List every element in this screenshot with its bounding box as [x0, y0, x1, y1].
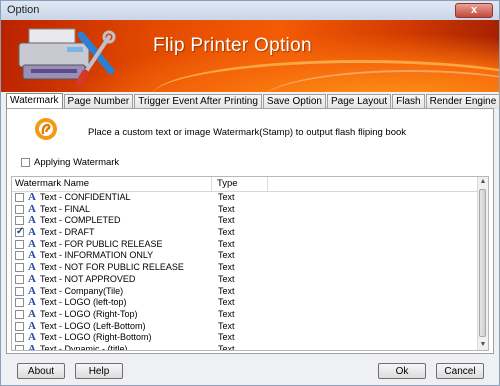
watermark-name: Text - Dynamic - (title)	[40, 343, 128, 351]
watermark-row[interactable]: A Text - LOGO (left-top) Text	[12, 296, 480, 309]
tab-page-layout[interactable]: Page Layout	[326, 94, 392, 109]
watermark-type: Text	[218, 343, 235, 351]
text-type-icon: A	[28, 342, 36, 351]
scroll-up-icon[interactable]: ▲	[478, 177, 488, 187]
watermark-type: Text	[218, 308, 235, 319]
row-checkbox[interactable]	[15, 204, 24, 214]
printer-tools-icon	[18, 28, 116, 87]
text-type-icon: A	[28, 226, 36, 239]
watermark-type: Text	[218, 192, 235, 202]
watermark-rows: A Text - CONFIDENTIAL Text A Text - FINAL Tex…	[12, 191, 480, 351]
watermark-row[interactable]: A Text - LOGO (Right-Bottom) Text	[12, 332, 480, 344]
close-button[interactable]: x	[455, 3, 493, 18]
watermark-type: Text	[218, 273, 235, 284]
watermark-icon	[35, 118, 57, 140]
watermark-type: Text	[218, 227, 235, 238]
row-checkbox[interactable]	[15, 274, 24, 284]
row-checkbox[interactable]	[15, 263, 24, 273]
banner-title: Flip Printer Option	[153, 35, 312, 56]
about-button[interactable]: About	[17, 363, 65, 379]
watermark-row[interactable]: A Text - NOT FOR PUBLIC RELEASE Text	[12, 261, 480, 274]
watermark-name: Text - LOGO (Left-Bottom)	[40, 320, 146, 331]
text-type-icon: A	[28, 191, 36, 203]
window-title: Option	[7, 4, 40, 16]
scroll-down-icon[interactable]: ▼	[478, 340, 488, 350]
row-checkbox[interactable]	[15, 333, 24, 343]
watermark-name: Text - FOR PUBLIC RELEASE	[40, 238, 163, 249]
ok-button[interactable]: Ok	[378, 363, 426, 379]
watermark-row[interactable]: A Text - Company(Tile) Text	[12, 285, 480, 298]
tab-trigger-event[interactable]: Trigger Event After Printing	[134, 94, 262, 109]
watermark-row[interactable]: A Text - NOT APPROVED Text	[12, 272, 480, 286]
watermark-row[interactable]: A Text - FINAL Text	[12, 203, 480, 216]
watermark-list[interactable]: Watermark Name Type A Text - CONFIDENTIAL…	[11, 176, 489, 351]
watermark-type: Text	[218, 262, 235, 273]
close-icon: x	[470, 4, 478, 16]
watermark-description: Place a custom text or image Watermark(S…	[88, 127, 407, 138]
row-checkbox[interactable]	[15, 309, 24, 319]
watermark-type: Text	[218, 285, 235, 296]
watermark-name: Text - LOGO (left-top)	[40, 297, 127, 308]
row-checkbox[interactable]	[15, 216, 24, 226]
watermark-name: Text - NOT FOR PUBLIC RELEASE	[40, 262, 184, 273]
watermark-name: Text - DRAFT	[40, 227, 95, 238]
watermark-row[interactable]: A Text - LOGO (Right-Top) Text	[12, 307, 480, 321]
tab-flash[interactable]: Flash	[392, 94, 425, 109]
row-checkbox[interactable]	[15, 344, 24, 350]
watermark-row[interactable]: A Text - FOR PUBLIC RELEASE Text	[12, 238, 480, 251]
watermark-row[interactable]: A Text - DRAFT Text	[12, 226, 480, 239]
apply-checkbox-box[interactable]	[21, 158, 30, 167]
watermark-row[interactable]: A Text - COMPLETED Text	[12, 215, 480, 227]
watermark-type: Text	[218, 215, 235, 226]
title-bar: Option x	[1, 1, 499, 21]
vertical-scrollbar[interactable]: ▲ ▼	[477, 177, 488, 350]
help-button[interactable]: Help	[75, 363, 123, 379]
watermark-type: Text	[218, 250, 235, 261]
header-banner: Flip Printer Option	[1, 20, 499, 92]
cancel-button[interactable]: Cancel	[436, 363, 484, 379]
row-checkbox[interactable]	[15, 226, 24, 238]
row-checkbox[interactable]	[15, 239, 24, 249]
tab-page-number[interactable]: Page Number	[63, 94, 134, 109]
watermark-row[interactable]: A Text - Dynamic - (title) Text	[12, 342, 480, 351]
row-checkbox[interactable]	[15, 286, 24, 296]
scroll-thumb[interactable]	[479, 189, 486, 337]
watermark-name: Text - NOT APPROVED	[40, 273, 136, 284]
watermark-type: Text	[218, 320, 235, 331]
watermark-type: Text	[218, 297, 235, 308]
watermark-name: Text - FINAL	[40, 203, 91, 214]
watermark-row[interactable]: A Text - LOGO (Left-Bottom) Text	[12, 320, 480, 333]
tab-render-engine[interactable]: Render Engine	[425, 94, 500, 109]
row-checkbox[interactable]	[15, 251, 24, 261]
watermark-name: Text - INFORMATION ONLY	[40, 250, 154, 261]
column-header-name[interactable]: Watermark Name	[15, 178, 89, 189]
list-header: Watermark Name Type	[12, 177, 484, 192]
applying-watermark-checkbox[interactable]: Applying Watermark	[21, 157, 119, 168]
watermark-name: Text - Company(Tile)	[40, 285, 124, 296]
watermark-type: Text	[218, 203, 235, 214]
watermark-name: Text - CONFIDENTIAL	[40, 192, 131, 202]
watermark-type: Text	[218, 332, 235, 343]
watermark-name: Text - LOGO (Right-Bottom)	[40, 332, 152, 343]
text-type-icon: A	[28, 272, 36, 285]
column-header-type[interactable]: Type	[217, 178, 238, 189]
watermark-name: Text - COMPLETED	[40, 215, 121, 226]
tab-save-option[interactable]: Save Option	[262, 94, 326, 109]
row-checkbox[interactable]	[15, 193, 24, 202]
watermark-type: Text	[218, 238, 235, 249]
watermark-row[interactable]: A Text - CONFIDENTIAL Text	[12, 191, 480, 204]
text-type-icon: A	[28, 307, 36, 320]
row-checkbox[interactable]	[15, 321, 24, 331]
watermark-row[interactable]: A Text - INFORMATION ONLY Text	[12, 250, 480, 262]
watermark-name: Text - LOGO (Right-Top)	[40, 308, 138, 319]
tab-bar: Watermark Page Number Trigger Event Afte…	[6, 93, 500, 110]
option-window: Option x Flip Printer Option Watermark P…	[0, 0, 500, 386]
watermark-panel: Place a custom text or image Watermark(S…	[6, 108, 494, 354]
row-checkbox[interactable]	[15, 298, 24, 308]
applying-watermark-label: Applying Watermark	[34, 157, 120, 168]
